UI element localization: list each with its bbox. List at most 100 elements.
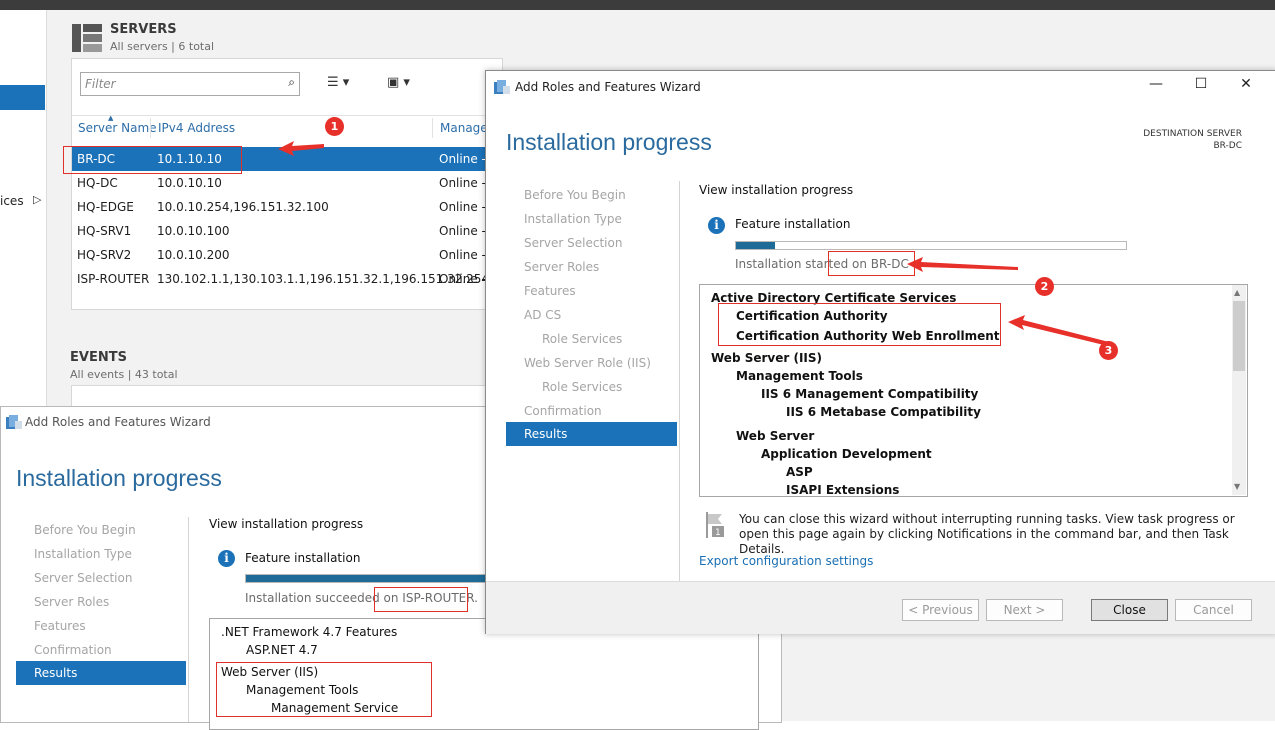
servers-icon	[72, 24, 102, 52]
events-subtitle: All events | 43 total	[70, 368, 178, 381]
notification-flag-icon: 1	[706, 512, 724, 538]
feature-installation-label: Feature installation	[245, 551, 361, 565]
close-icon[interactable]: ✕	[1231, 76, 1261, 96]
close-wizard-note: You can close this wizard without interr…	[739, 512, 1235, 556]
page-heading: Installation progress	[16, 465, 222, 491]
nav-item[interactable]: Features	[524, 284, 576, 298]
nav-item[interactable]: Server Selection	[524, 236, 622, 250]
destination-label: DESTINATION SERVER	[1143, 129, 1242, 139]
table-row[interactable]: HQ-DC 10.0.10.10 Online -	[72, 171, 500, 195]
export-config-link[interactable]: Export configuration settings	[699, 554, 873, 568]
result-item: Web Server (IIS)	[711, 351, 823, 365]
cancel-button[interactable]: Cancel	[1175, 599, 1252, 621]
column-divider	[432, 118, 433, 138]
cell-status: Online -	[439, 248, 486, 262]
nav-item[interactable]: Confirmation	[34, 643, 112, 657]
page-heading: Installation progress	[506, 129, 712, 155]
window-title: Add Roles and Features Wizard	[515, 80, 701, 94]
table-row[interactable]: HQ-EDGE 10.0.10.254,196.151.32.100 Onlin…	[72, 195, 500, 219]
annotation-badge: 1	[325, 117, 344, 136]
annotation-arrow	[907, 257, 1018, 272]
result-item: ASP	[786, 465, 813, 479]
scroll-up-icon[interactable]: ▲	[1234, 288, 1240, 297]
highlight-box	[828, 251, 915, 276]
info-icon: i	[708, 217, 725, 234]
highlight-box	[63, 146, 242, 174]
progress-bar	[245, 574, 487, 583]
nav-item[interactable]: AD CS	[524, 308, 561, 322]
highlight-box	[216, 662, 432, 717]
nav-item[interactable]: Installation Type	[524, 212, 622, 226]
cell-ip: 10.0.10.100	[157, 224, 230, 238]
left-nav-partial-label[interactable]: ices	[0, 194, 24, 208]
result-item: IIS 6 Management Compatibility	[761, 387, 979, 401]
servers-title: SERVERS	[110, 22, 177, 37]
cell-status: Online -	[439, 200, 486, 214]
next-button[interactable]: Next >	[986, 599, 1063, 621]
result-item: ASP.NET 4.7	[246, 643, 318, 657]
filter-placeholder: Filter	[85, 77, 116, 91]
previous-button[interactable]: < Previous	[902, 599, 979, 621]
scroll-down-icon[interactable]: ▼	[1234, 482, 1240, 491]
nav-item[interactable]: Server Roles	[524, 260, 599, 274]
nav-item[interactable]: Installation Type	[34, 547, 132, 561]
cell-server-name: HQ-DC	[77, 176, 118, 190]
result-item: ISAPI Extensions	[786, 483, 900, 497]
table-row[interactable]: HQ-SRV2 10.0.10.200 Online -	[72, 243, 500, 267]
left-nav-selected-item[interactable]	[0, 85, 45, 110]
cell-status: Online -	[439, 152, 486, 166]
cell-status: Online -	[439, 224, 486, 238]
events-title: EVENTS	[70, 350, 127, 365]
result-item: Web Server	[736, 429, 815, 443]
table-row[interactable]: ISP-ROUTER 130.102.1.1,130.103.1.1,196.1…	[72, 267, 500, 291]
nav-item[interactable]: Role Services	[542, 332, 622, 346]
feature-installation-label: Feature installation	[735, 217, 851, 231]
search-icon[interactable]: ⌕	[288, 75, 295, 90]
column-server-name[interactable]: Server Name	[78, 121, 157, 135]
nav-item[interactable]: Before You Begin	[34, 523, 136, 537]
wizard-window-front: Add Roles and Features Wizard — ☐ ✕ Inst…	[485, 70, 1275, 634]
nav-divider	[679, 181, 680, 581]
cell-status: Online -	[439, 176, 486, 190]
nav-item[interactable]: Server Roles	[34, 595, 109, 609]
nav-item-results[interactable]: Results	[506, 422, 677, 446]
cell-server-name: ISP-ROUTER	[77, 272, 150, 286]
result-item: IIS 6 Metabase Compatibility	[786, 405, 981, 419]
column-divider	[150, 118, 151, 138]
scroll-thumb[interactable]	[1233, 301, 1245, 371]
view-progress-label: View installation progress	[209, 517, 364, 531]
nav-item[interactable]: Server Selection	[34, 571, 132, 585]
list-options-icon[interactable]: ☰ ▾	[327, 75, 349, 90]
progress-fill	[246, 575, 486, 582]
result-item: Application Development	[761, 447, 932, 461]
nav-item[interactable]: Web Server Role (IIS)	[524, 356, 651, 370]
nav-item[interactable]: Role Services	[542, 380, 622, 394]
view-progress-label: View installation progress	[699, 183, 854, 197]
nav-item[interactable]: Confirmation	[524, 404, 602, 418]
expand-arrow-icon[interactable]: ▷	[33, 193, 41, 206]
nav-item-results[interactable]: Results	[16, 661, 186, 685]
cell-ip: 10.0.10.254,196.151.32.100	[157, 200, 329, 214]
column-ipv4[interactable]: IPv4 Address	[158, 121, 235, 135]
close-button[interactable]: Close	[1091, 599, 1168, 621]
cell-ip: 10.0.10.200	[157, 248, 230, 262]
save-query-icon[interactable]: ▣ ▾	[387, 75, 410, 90]
maximize-icon[interactable]: ☐	[1186, 76, 1216, 96]
filter-input[interactable]: Filter ⌕	[80, 72, 300, 96]
minimize-icon[interactable]: —	[1141, 76, 1171, 96]
table-row[interactable]: HQ-SRV1 10.0.10.100 Online -	[72, 219, 500, 243]
nav-divider	[188, 517, 189, 722]
status-prefix: Installation succeeded o	[245, 591, 391, 605]
nav-item-label: Results	[34, 666, 78, 680]
svg-text:1: 1	[715, 528, 721, 538]
annotation-badge: 3	[1099, 341, 1118, 360]
servers-subtitle: All servers | 6 total	[110, 40, 215, 53]
window-title: Add Roles and Features Wizard	[25, 415, 211, 429]
results-scrollbar[interactable]: ▲ ▼	[1232, 285, 1246, 495]
cell-status: Online -	[439, 272, 486, 286]
nav-item[interactable]: Features	[34, 619, 86, 633]
result-item: Management Tools	[736, 369, 863, 383]
cell-server-name: HQ-SRV2	[77, 248, 132, 262]
result-item: .NET Framework 4.7 Features	[221, 625, 398, 639]
nav-item[interactable]: Before You Begin	[524, 188, 626, 202]
